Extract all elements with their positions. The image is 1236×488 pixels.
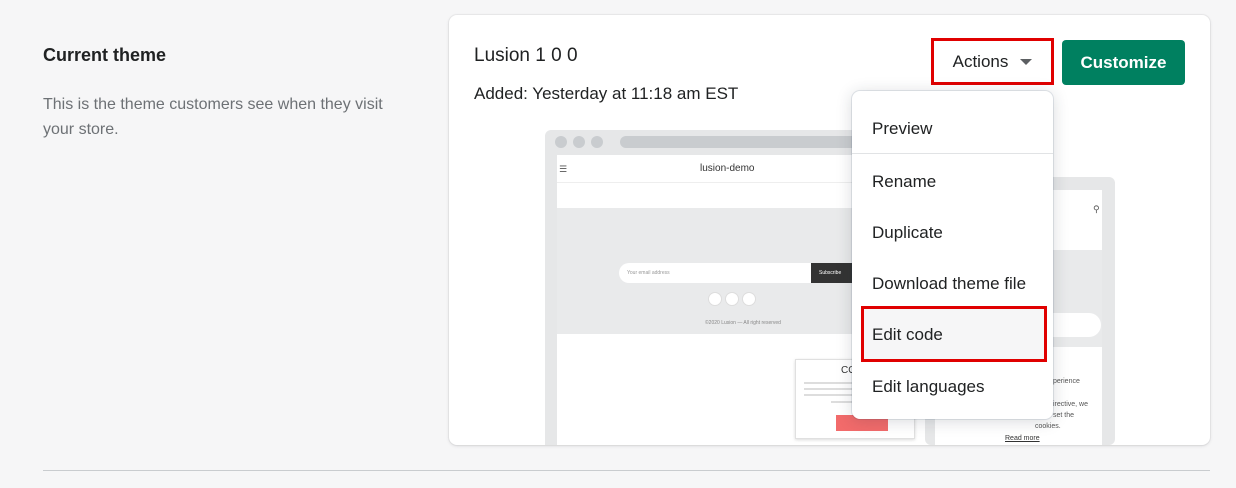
customize-button[interactable]: Customize	[1062, 40, 1185, 85]
window-dot-icon	[555, 136, 567, 148]
window-dot-icon	[573, 136, 585, 148]
preview-mobile-text: cookies.	[1035, 423, 1061, 430]
hamburger-icon: ☰	[559, 164, 568, 174]
menu-item-preview[interactable]: Preview	[852, 119, 1053, 139]
preview-site-logo: lusion-demo	[700, 163, 755, 174]
instagram-icon	[742, 292, 756, 306]
actions-button-label: Actions	[952, 51, 1009, 71]
menu-item-duplicate[interactable]: Duplicate	[852, 223, 1053, 243]
caret-down-icon	[1020, 58, 1033, 65]
preview-read-more-link: Read more	[1005, 435, 1040, 442]
twitter-icon	[725, 292, 739, 306]
menu-item-edit-code[interactable]: Edit code	[852, 325, 1053, 345]
section-title: Current theme	[43, 45, 167, 65]
current-theme-card: Lusion 1 0 0 Added: Yesterday at 11:18 a…	[449, 15, 1210, 445]
menu-item-download-theme-file[interactable]: Download theme file	[852, 274, 1053, 294]
window-dot-icon	[591, 136, 603, 148]
menu-item-edit-languages[interactable]: Edit languages	[852, 377, 1053, 397]
actions-button[interactable]: Actions	[931, 38, 1054, 85]
menu-item-rename[interactable]: Rename	[852, 172, 1053, 192]
menu-divider	[852, 153, 1053, 154]
preview-mobile-text: irective, we	[1053, 401, 1089, 408]
preview-mobile-text: set the	[1053, 412, 1075, 419]
section-description: This is the theme customers see when the…	[43, 96, 383, 138]
preview-email-field: Your email address	[619, 263, 811, 283]
preview-subscribe-button: Subscribe	[811, 263, 856, 283]
facebook-icon	[708, 292, 722, 306]
actions-dropdown-menu: Preview Rename Duplicate Download theme …	[852, 91, 1053, 419]
theme-name: Lusion 1 0 0	[474, 45, 578, 66]
preview-mobile-text: perience	[1053, 378, 1080, 385]
preview-copyright: ©2020 Lusion — All right reserved	[705, 320, 781, 326]
theme-added-date: Added: Yesterday at 11:18 am EST	[474, 84, 739, 103]
search-icon: ⚲	[1093, 204, 1100, 214]
section-divider	[43, 470, 1210, 471]
